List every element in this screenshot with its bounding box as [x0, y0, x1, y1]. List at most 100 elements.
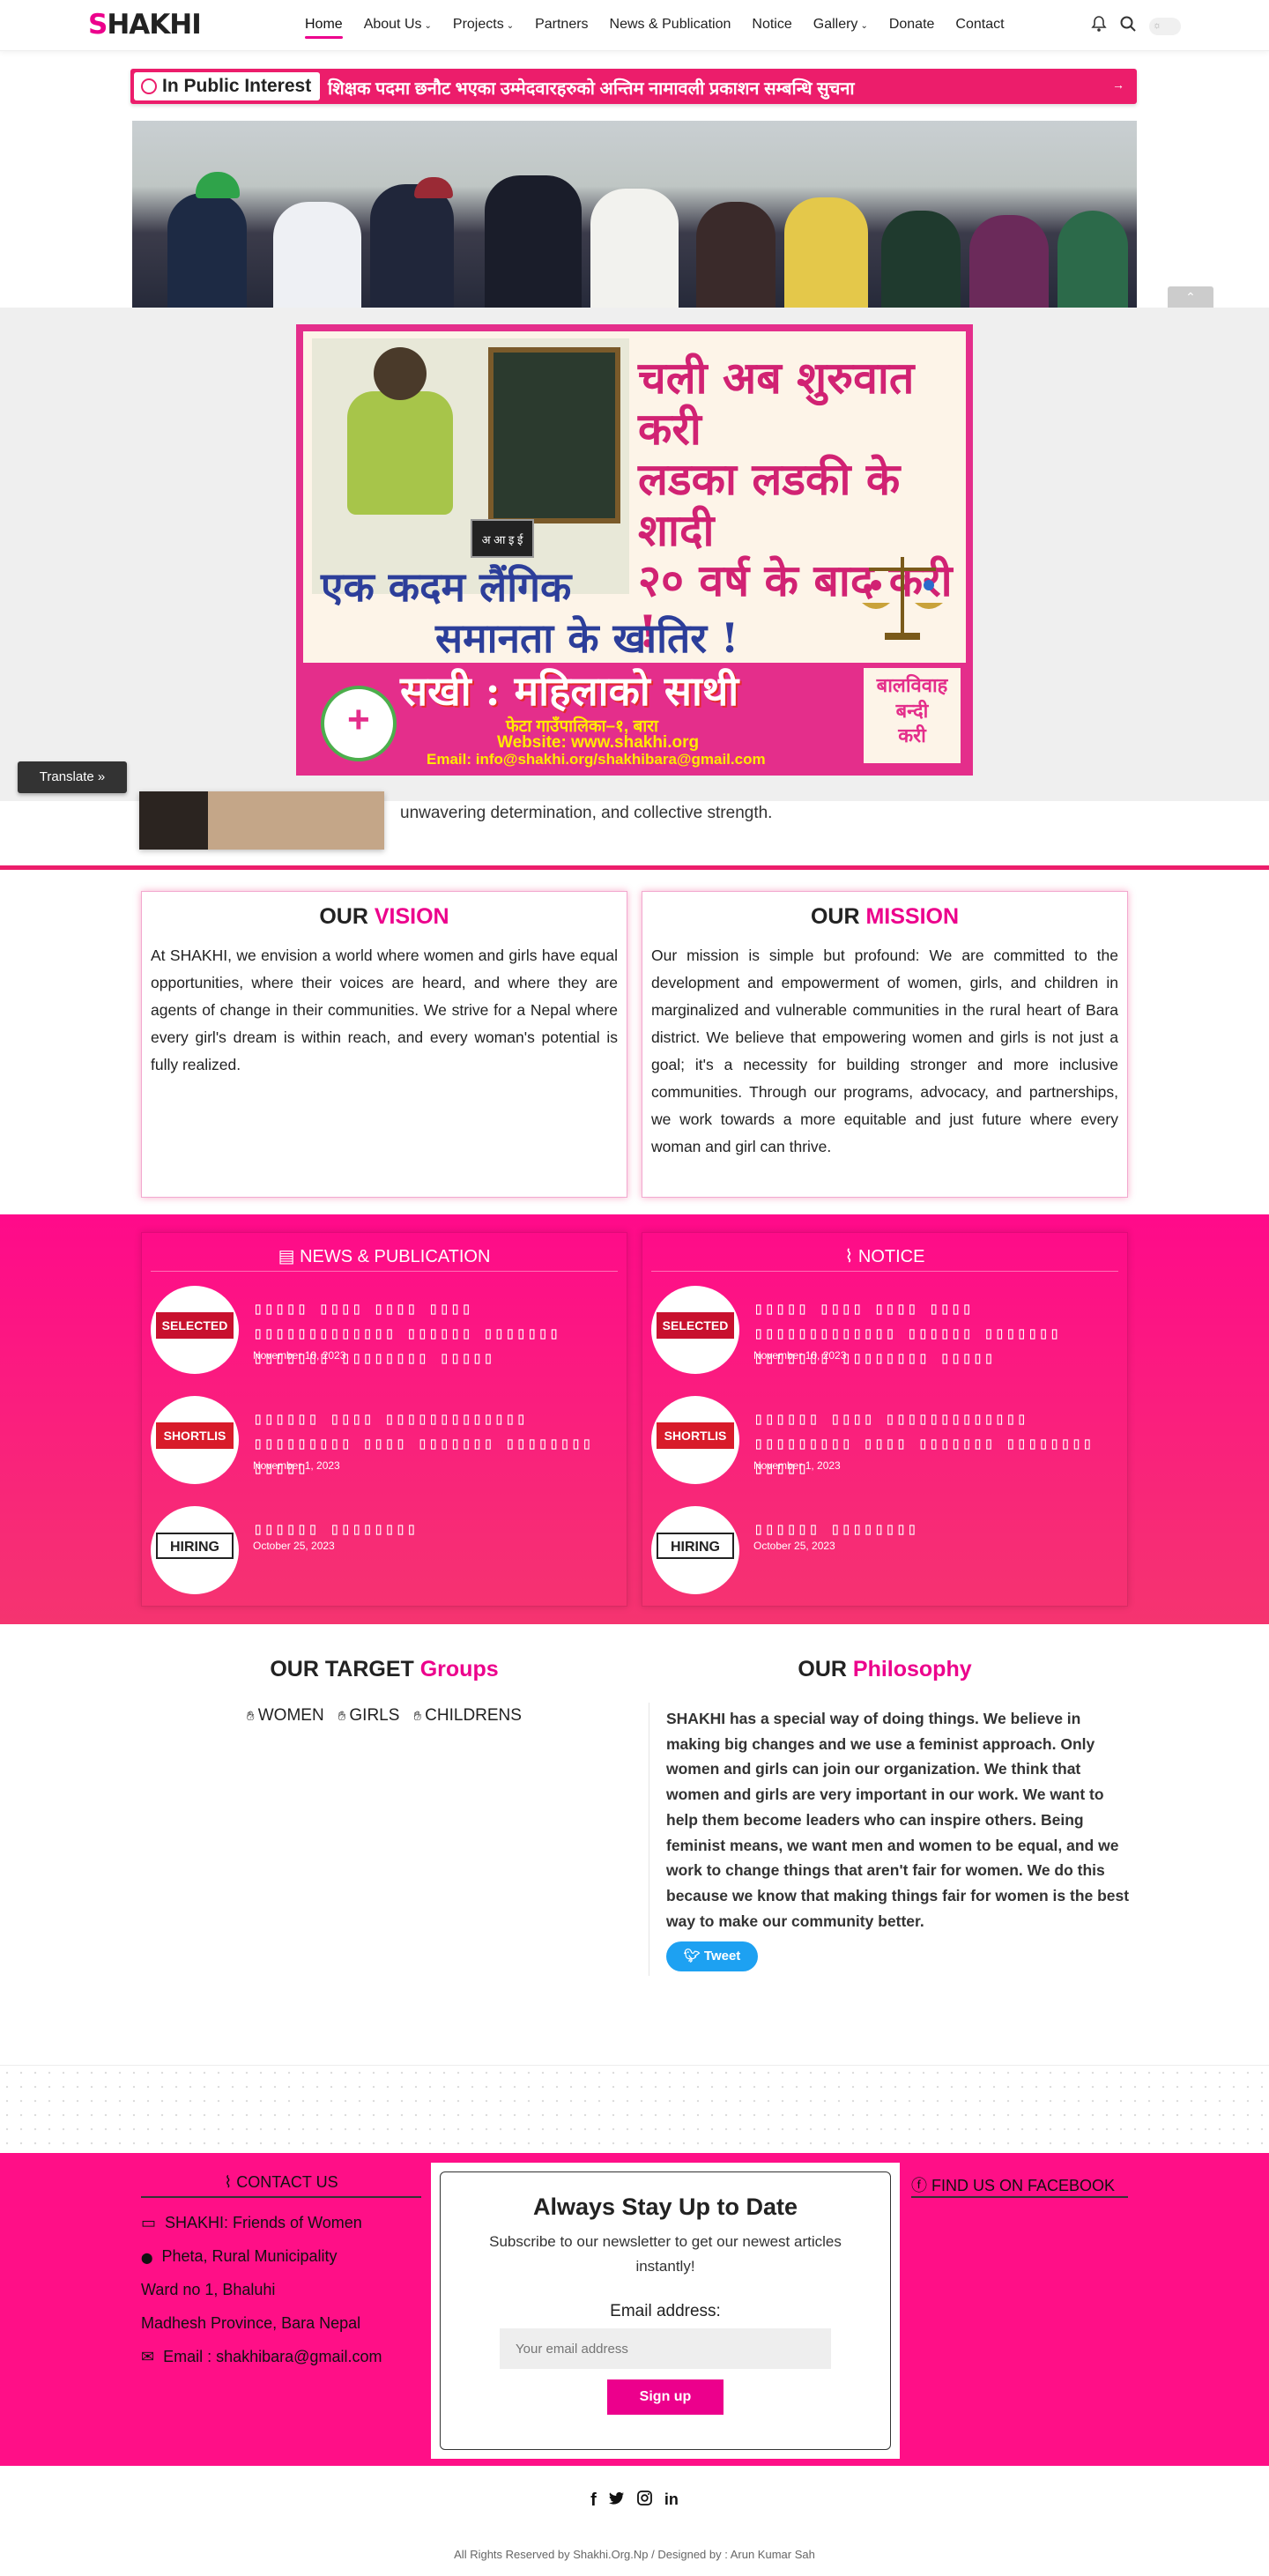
mission-card: OUR MISSION Our mission is simple but pr… [642, 891, 1128, 1198]
nav-news-publication[interactable]: News & Publication [610, 17, 731, 33]
scroll-top-button[interactable]: ⌃ [1168, 286, 1213, 308]
about-image [139, 791, 384, 850]
nav-partners[interactable]: Partners [535, 17, 588, 33]
facebook-icon[interactable]: f [590, 2491, 597, 2511]
news-item-date: November 1, 2023 [253, 1459, 340, 1472]
target-group-item: ✋︎ CHILDRENS [413, 1706, 522, 1725]
vision-text: At SHAKHI, we envision a world where wom… [151, 947, 618, 1073]
hand-holding-user-icon: ✋︎ [338, 1709, 350, 1724]
newspaper-icon: ▤ [278, 1247, 295, 1266]
mission-title: OUR MISSION [810, 904, 960, 929]
news-item[interactable]: SELECTED ▯▯▯▯▯ ▯▯▯▯ ▯▯▯▯ ▯▯▯▯ ▯▯▯▯▯▯▯▯▯▯▯… [151, 1286, 609, 1374]
notice-item-date: November 1, 2023 [753, 1459, 841, 1472]
ticker-label: In Public Interest [134, 72, 321, 100]
philosophy-title: OUR Philosophy [798, 1657, 972, 1681]
vision-title: OUR VISION [319, 904, 449, 929]
mission-text: Our mission is simple but profound: We a… [651, 947, 1118, 1155]
contact-line: Madhesh Province, Bara Nepal [141, 2314, 361, 2332]
facebook-icon: ⓕ [911, 2177, 927, 2194]
arrow-right-icon[interactable]: → [1112, 78, 1124, 92]
notice-thumbnail[interactable]: SELECTED [651, 1286, 739, 1374]
email-input[interactable] [500, 2328, 831, 2369]
poster-illustration: अ आ इ ई [312, 338, 629, 594]
nav-projects[interactable]: Projects ⌄ [453, 17, 514, 33]
bell-icon[interactable] [1091, 15, 1107, 37]
newsletter-subtitle: Subscribe to our newsletter to get our n… [489, 2233, 842, 2275]
contact-line: ⬤ Pheta, Rural Municipality [141, 2247, 338, 2265]
notice-item[interactable]: SHORTLIS ▯▯▯▯▯▯ ▯▯▯▯ ▯▯▯▯▯▯▯▯▯▯▯▯▯ ▯▯▯▯▯▯… [651, 1396, 1109, 1484]
target-title: OUR TARGET Groups [270, 1657, 499, 1681]
contact-line: ✉ Email : shakhibara@gmail.com [141, 2348, 382, 2365]
scale-icon [862, 557, 943, 640]
clock-icon [141, 78, 157, 94]
news-thumbnail[interactable]: HIRING [151, 1506, 239, 1594]
copyright: All Rights Reserved by Shakhi.Org.Np / D… [454, 2548, 815, 2561]
notice-item-title[interactable]: ▯▯▯▯▯▯ ▯▯▯▯▯▯▯▯ [753, 1517, 918, 1541]
nav-contact[interactable]: Contact [955, 17, 1004, 33]
map-pin-icon: ⬤ [141, 2252, 153, 2264]
slate: अ आ इ ई [471, 519, 534, 558]
news-item[interactable]: SHORTLIS ▯▯▯▯▯▯ ▯▯▯▯ ▯▯▯▯▯▯▯▯▯▯▯▯▯ ▯▯▯▯▯▯… [151, 1396, 609, 1484]
popup-poster[interactable]: अ आ इ ई चली अब शुरुवात करी लडका लडकी के … [296, 324, 973, 776]
facebook-heading[interactable]: ⓕ FIND US ON FACEBOOK [911, 2168, 1128, 2198]
ticker-text[interactable]: शिक्षक पदमा छनौट भएका उम्मेदवारहरुको अन्… [328, 76, 855, 100]
email-label: Email address: [610, 2302, 721, 2320]
notice-item[interactable]: SELECTED ▯▯▯▯▯ ▯▯▯▯ ▯▯▯▯ ▯▯▯▯ ▯▯▯▯▯▯▯▯▯▯▯… [651, 1286, 1109, 1374]
site-header: SHAKHI Home About Us ⌄ Projects ⌄ Partners New… [0, 0, 1269, 51]
news-badge: SELECTED [156, 1312, 234, 1339]
newsletter-title: Always Stay Up to Date [532, 2194, 798, 2220]
signup-button[interactable]: Sign up [607, 2379, 724, 2415]
chevron-down-icon: ⌄ [860, 21, 868, 31]
nav-donate[interactable]: Donate [889, 17, 935, 33]
nav-notice[interactable]: Notice [752, 17, 791, 33]
sun-icon: ☼ [1153, 19, 1162, 31]
main-nav: Home About Us ⌄ Projects ⌄ Partners News & Pub… [305, 17, 1005, 39]
notice-thumbnail[interactable]: SHORTLIS [651, 1396, 739, 1484]
header-actions: ☼ [1091, 15, 1181, 37]
paperclip-icon: ⌇ [844, 1247, 854, 1266]
target-groups: ✋︎ WOMEN ✋︎ GIRLS ✋︎ CHILDRENS [141, 1706, 627, 1726]
notice-item-date: October 25, 2023 [753, 1540, 835, 1552]
news-badge: SHORTLIS [156, 1422, 234, 1449]
notice-badge: SELECTED [657, 1312, 734, 1339]
id-card-icon: ▭ [141, 2214, 157, 2231]
nav-home[interactable]: Home [305, 17, 343, 39]
twitter-icon[interactable] [608, 2491, 625, 2511]
nav-gallery[interactable]: Gallery ⌄ [813, 17, 868, 33]
news-item-title[interactable]: ▯▯▯▯▯▯ ▯▯▯▯▯▯▯▯ [253, 1517, 418, 1541]
contact-heading: ⌇ CONTACT US [141, 2168, 421, 2198]
news-ticker[interactable]: In Public Interest शिक्षक पदमा छनौट भएका… [130, 69, 1137, 104]
twitter-icon: 🐦︎ [683, 1949, 701, 1964]
contact-line: ▭ SHAKHI: Friends of Women [141, 2214, 362, 2231]
chevron-down-icon: ⌄ [424, 21, 432, 31]
news-thumbnail[interactable]: SELECTED [151, 1286, 239, 1374]
tweet-button[interactable]: 🐦︎ Tweet [666, 1941, 758, 1971]
news-item-date: October 25, 2023 [253, 1540, 335, 1552]
hand-holding-user-icon: ✋︎ [247, 1709, 258, 1724]
notice-item[interactable]: HIRING ▯▯▯▯▯▯ ▯▯▯▯▯▯▯▯ October 25, 2023 [651, 1506, 1109, 1594]
poster-slogan: एक कदम लैंगिक समानता के खातिर ! [321, 563, 739, 662]
news-item[interactable]: HIRING ▯▯▯▯▯▯ ▯▯▯▯▯▯▯▯ October 25, 2023 [151, 1506, 609, 1594]
newsletter-widget: Always Stay Up to Date Subscribe to our … [431, 2163, 900, 2459]
linkedin-icon[interactable]: in [664, 2491, 679, 2511]
news-badge: HIRING [156, 1533, 234, 1559]
philosophy-text: SHAKHI has a special way of doing things… [666, 1710, 1130, 1930]
news-item-date: November 10, 2023 [253, 1349, 346, 1362]
instagram-icon[interactable] [636, 2491, 652, 2511]
dot-pattern [0, 2065, 1269, 2153]
section-divider [0, 865, 1269, 870]
nav-about-us[interactable]: About Us ⌄ [364, 17, 432, 33]
notice-thumbnail[interactable]: HIRING [651, 1506, 739, 1594]
contact-line: Ward no 1, Bhaluhi [141, 2281, 276, 2298]
social-links: f in [0, 2491, 1269, 2511]
news-thumbnail[interactable]: SHORTLIS [151, 1396, 239, 1484]
site-logo[interactable]: SHAKHI [88, 9, 202, 41]
notice-title[interactable]: ⌇ NOTICE [651, 1245, 1118, 1272]
theme-toggle[interactable]: ☼ [1149, 17, 1181, 35]
translate-button[interactable]: Translate » [18, 761, 127, 793]
news-title[interactable]: ▤ NEWS & PUBLICATION [151, 1245, 618, 1272]
about-text: unwavering determination, and collective… [400, 804, 773, 822]
notice-card: ⌇ NOTICE SELECTED ▯▯▯▯▯ ▯▯▯▯ ▯▯▯▯ ▯▯▯▯ ▯▯… [642, 1232, 1128, 1607]
notice-item-date: November 10, 2023 [753, 1349, 847, 1362]
search-icon[interactable] [1119, 15, 1137, 37]
